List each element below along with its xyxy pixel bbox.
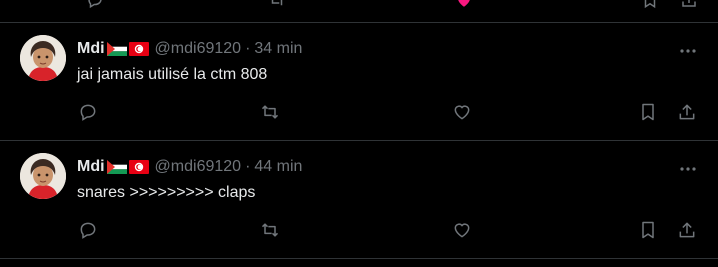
post-header: Mdi @mdi69120 · 44 min [77, 157, 302, 177]
bookmark-icon[interactable] [641, 0, 659, 9]
reply-button[interactable] [77, 219, 99, 241]
more-options-icon[interactable] [678, 159, 698, 179]
reply-button[interactable] [77, 101, 99, 123]
share-icon [679, 222, 695, 238]
like-button[interactable] [451, 101, 473, 123]
post[interactable]: Mdi @mdi69120 · 34 min jai jamais utilis… [0, 23, 718, 141]
post-timestamp[interactable]: 34 min [254, 39, 302, 59]
bookmark-button[interactable] [637, 101, 659, 123]
post[interactable]: Mdi @mdi69120 · 44 min snares >>>>>>>>> … [0, 141, 718, 259]
share-icon [679, 104, 695, 120]
bookmark-icon [642, 221, 654, 239]
like-button[interactable] [451, 219, 473, 241]
bookmark-icon [642, 103, 654, 121]
avatar[interactable] [20, 35, 66, 81]
like-icon[interactable] [455, 0, 473, 9]
palestine-flag-icon [106, 160, 127, 174]
avatar-image [20, 153, 66, 199]
avatar[interactable] [20, 153, 66, 199]
more-options-icon[interactable] [678, 41, 698, 61]
share-button[interactable] [676, 219, 698, 241]
repost-icon[interactable] [268, 0, 286, 9]
post-timestamp[interactable]: 44 min [254, 157, 302, 177]
tunisia-flag-icon [128, 160, 149, 174]
post-actions [0, 219, 718, 243]
author-handle[interactable]: @mdi69120 [155, 157, 242, 177]
separator-dot: · [245, 40, 251, 57]
post-text: jai jamais utilisé la ctm 808 [77, 66, 268, 83]
post-header: Mdi @mdi69120 · 34 min [77, 39, 302, 59]
like-icon [454, 105, 470, 120]
separator-dot: · [245, 158, 251, 175]
reply-icon [80, 104, 96, 121]
avatar-image [20, 35, 66, 81]
share-button[interactable] [676, 101, 698, 123]
palestine-flag-icon [106, 42, 127, 56]
bookmark-button[interactable] [637, 219, 659, 241]
share-icon[interactable] [680, 0, 698, 9]
like-icon [454, 223, 470, 238]
reply-icon [80, 222, 96, 239]
post-actions [0, 101, 718, 125]
tunisia-flag-icon [128, 42, 149, 56]
repost-icon [261, 223, 279, 237]
author-name[interactable]: Mdi [77, 157, 105, 177]
repost-button[interactable] [259, 101, 281, 123]
author-handle[interactable]: @mdi69120 [155, 39, 242, 59]
post-text: snares >>>>>>>>> claps [77, 184, 256, 201]
author-name[interactable]: Mdi [77, 39, 105, 59]
repost-icon [261, 105, 279, 119]
previous-post-actions [0, 0, 718, 23]
repost-button[interactable] [259, 219, 281, 241]
reply-icon[interactable] [86, 0, 104, 9]
